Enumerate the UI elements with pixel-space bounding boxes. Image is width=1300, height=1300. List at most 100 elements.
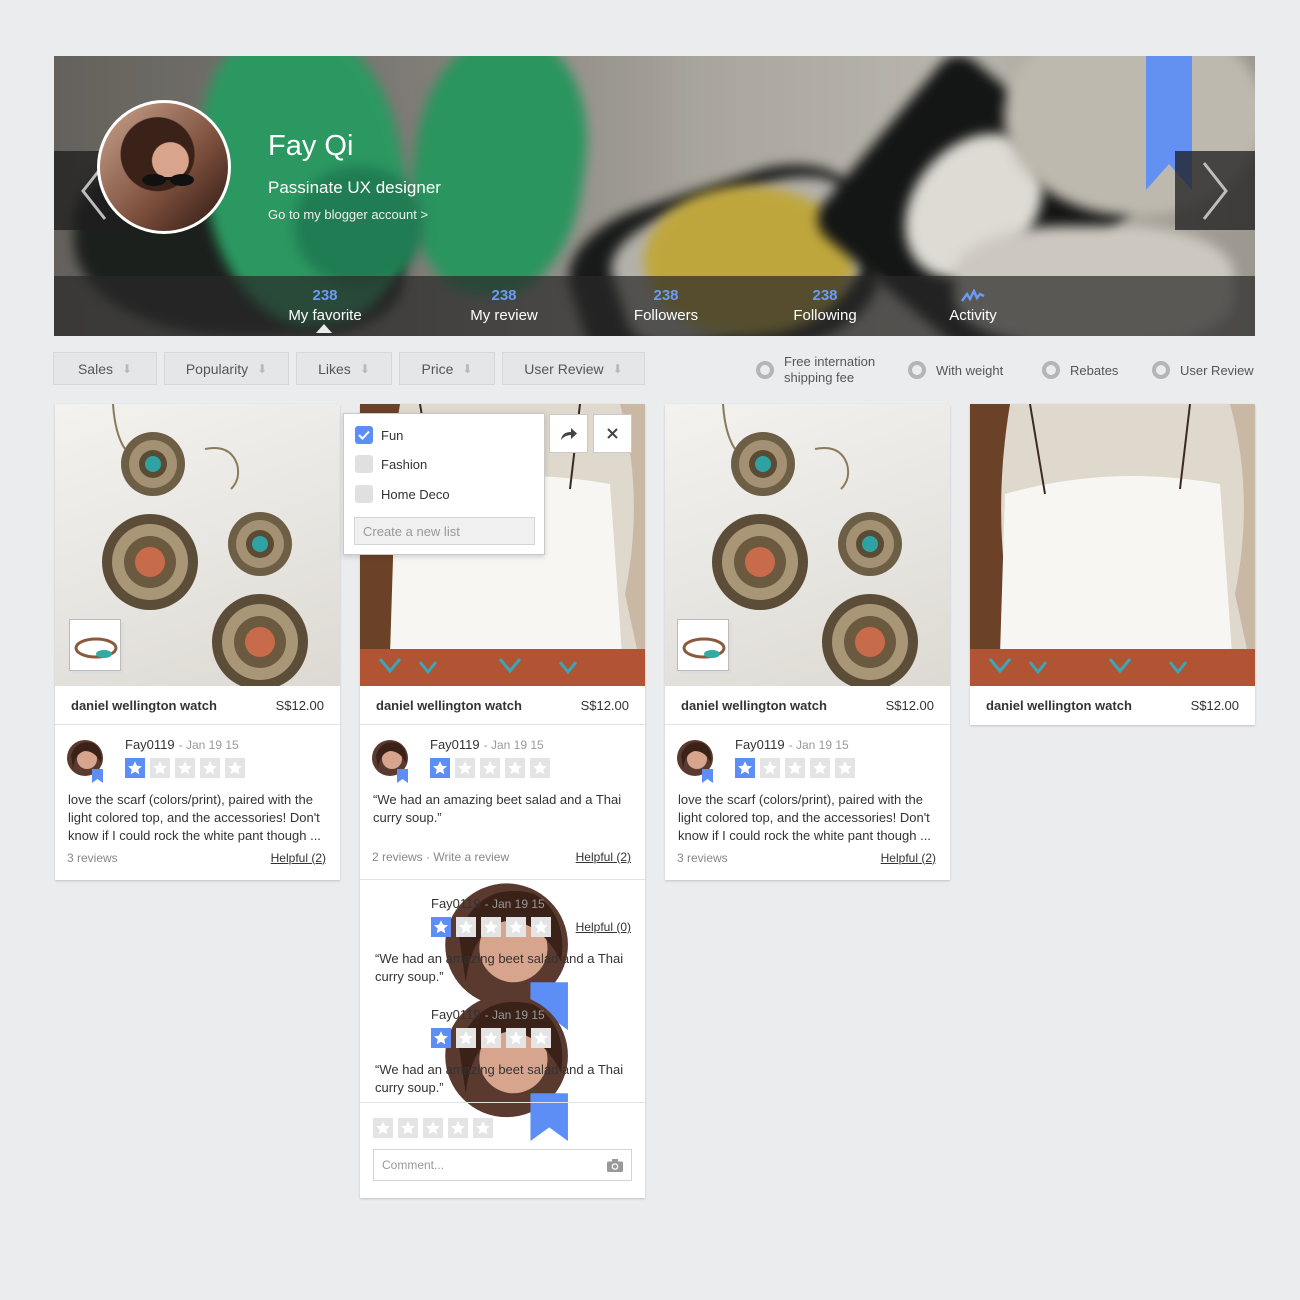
star-icon[interactable] [456, 1028, 476, 1048]
product-image[interactable] [665, 404, 950, 686]
camera-icon[interactable] [607, 1158, 623, 1172]
review: Fay0119- Jan 19 15 “We had an amazing be… [360, 725, 645, 835]
star-rating [431, 917, 551, 937]
checkbox[interactable] [355, 485, 373, 503]
stat-label: My favorite [288, 307, 362, 324]
star-icon[interactable] [530, 758, 550, 778]
star-icon[interactable] [810, 758, 830, 778]
star-icon[interactable] [398, 1118, 418, 1138]
filter-user-review[interactable]: User Review [1152, 361, 1254, 379]
new-list-input[interactable] [354, 517, 535, 545]
review: Fay0119- Jan 19 15 Helpful (0) “We had a… [360, 880, 645, 991]
star-icon[interactable] [473, 1118, 493, 1138]
stat-label: My review [470, 307, 538, 324]
star-icon[interactable] [430, 758, 450, 778]
star-icon[interactable] [200, 758, 220, 778]
filter-label: With weight [936, 362, 1004, 378]
star-icon[interactable] [175, 758, 195, 778]
reviewer-name[interactable]: Fay0119- Jan 19 15 [735, 737, 849, 752]
product-name[interactable]: daniel wellington watch [681, 698, 827, 713]
reviewer-name[interactable]: Fay0119- Jan 19 15 [430, 737, 544, 752]
tab-following[interactable]: 238 Following [780, 286, 870, 326]
blogger-account-link[interactable]: Go to my blogger account > [268, 207, 428, 222]
star-icon[interactable] [506, 917, 526, 937]
profile-avatar[interactable] [97, 100, 231, 234]
product-name[interactable]: daniel wellington watch [986, 698, 1132, 713]
star-icon[interactable] [785, 758, 805, 778]
reviewer-avatar[interactable] [677, 739, 715, 783]
tab-my-review[interactable]: 238 My review [459, 286, 549, 326]
review-text: love the scarf (colors/print), paired wi… [678, 792, 931, 843]
review-count[interactable]: 3 reviews [67, 851, 118, 865]
filter-free-shipping[interactable]: Free internation shipping fee [756, 354, 884, 386]
sort-price-button[interactable]: Price ⬇ [399, 352, 495, 385]
star-icon[interactable] [225, 758, 245, 778]
star-rating [735, 758, 855, 778]
close-button[interactable] [593, 414, 632, 453]
star-icon[interactable] [150, 758, 170, 778]
sort-arrow-icon: ⬇ [359, 361, 370, 376]
sort-arrow-icon: ⬇ [462, 361, 473, 376]
helpful-link[interactable]: Helpful (2) [881, 851, 936, 865]
star-icon[interactable] [505, 758, 525, 778]
star-icon[interactable] [431, 917, 451, 937]
product-thumbnail[interactable] [677, 619, 729, 671]
star-icon[interactable] [448, 1118, 468, 1138]
reviewer-name[interactable]: Fay0119- Jan 19 15 [125, 737, 239, 752]
reviewer-name[interactable]: Fay0119- Jan 19 15 [431, 896, 545, 911]
filter-label: Rebates [1070, 362, 1119, 378]
product-name[interactable]: daniel wellington watch [71, 698, 217, 713]
helpful-link[interactable]: Helpful (2) [576, 850, 631, 864]
star-icon[interactable] [481, 1028, 501, 1048]
reviewer-avatar[interactable] [67, 739, 105, 783]
radio-ring [1152, 361, 1170, 379]
star-icon[interactable] [431, 1028, 451, 1048]
list-option-fun[interactable]: Fun [355, 426, 403, 444]
product-image[interactable] [970, 404, 1255, 686]
sort-likes-button[interactable]: Likes ⬇ [296, 352, 392, 385]
star-rating [430, 758, 550, 778]
checkbox-checked[interactable] [355, 426, 373, 444]
star-icon[interactable] [735, 758, 755, 778]
review-text: “We had an amazing beet salad and a Thai… [373, 792, 622, 825]
star-icon[interactable] [455, 758, 475, 778]
comment-input[interactable] [382, 1158, 582, 1172]
list-option-home-deco[interactable]: Home Deco [355, 485, 450, 503]
tab-activity[interactable]: Activity [928, 286, 1018, 326]
helpful-link[interactable]: Helpful (0) [576, 920, 631, 934]
product-thumbnail[interactable] [69, 619, 121, 671]
tab-my-favorite[interactable]: 238 My favorite [280, 286, 370, 326]
star-icon[interactable] [531, 917, 551, 937]
star-icon[interactable] [373, 1118, 393, 1138]
sort-arrow-icon: ⬇ [612, 361, 623, 376]
product-image[interactable] [55, 404, 340, 686]
star-icon[interactable] [423, 1118, 443, 1138]
product-name[interactable]: daniel wellington watch [376, 698, 522, 713]
reviewer-avatar[interactable] [372, 739, 410, 783]
star-icon[interactable] [506, 1028, 526, 1048]
share-button[interactable] [549, 414, 588, 453]
next-banner-button[interactable] [1175, 151, 1255, 230]
list-option-fashion[interactable]: Fashion [355, 455, 427, 473]
filter-with-weight[interactable]: With weight [908, 361, 1003, 379]
star-icon[interactable] [456, 917, 476, 937]
tab-followers[interactable]: 238 Followers [621, 286, 711, 326]
sort-arrow-icon: ⬇ [257, 361, 268, 376]
sort-popularity-button[interactable]: Popularity ⬇ [164, 352, 289, 385]
star-icon[interactable] [480, 758, 500, 778]
reviewer-name[interactable]: Fay0119- Jan 19 15 [431, 1007, 545, 1022]
star-icon[interactable] [531, 1028, 551, 1048]
helpful-link[interactable]: Helpful (2) [271, 851, 326, 865]
sort-sales-button[interactable]: Sales ⬇ [53, 352, 157, 385]
review-count[interactable]: 3 reviews [677, 851, 728, 865]
star-icon[interactable] [125, 758, 145, 778]
check-icon [358, 430, 370, 440]
star-icon[interactable] [481, 917, 501, 937]
checkbox[interactable] [355, 455, 373, 473]
star-icon[interactable] [835, 758, 855, 778]
list-label: Home Deco [381, 486, 450, 502]
filter-rebates[interactable]: Rebates [1042, 361, 1118, 379]
star-icon[interactable] [760, 758, 780, 778]
review-count[interactable]: 2 reviews · Write a review [372, 850, 509, 864]
sort-user-review-button[interactable]: User Review ⬇ [502, 352, 645, 385]
